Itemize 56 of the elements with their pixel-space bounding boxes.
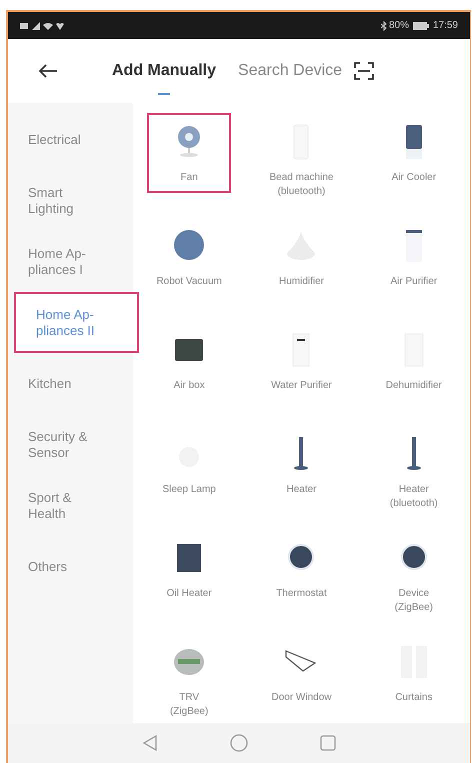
device-tile[interactable]: Sleep Lamp	[154, 425, 224, 505]
device-label: Dehumidifier	[386, 379, 442, 393]
device-label: TRV (ZigBee)	[170, 691, 208, 719]
device-tile[interactable]: Air Purifier	[382, 217, 446, 297]
device-tile[interactable]: Thermostat	[268, 529, 335, 609]
device-label: Door Window	[271, 691, 332, 705]
device-tile[interactable]: Door Window	[263, 633, 340, 713]
device-label: Heater	[286, 483, 316, 497]
home-nav-icon[interactable]	[230, 734, 248, 752]
device-label: Humidifier	[278, 275, 324, 289]
category-item[interactable]: Home Ap- pliances II	[14, 292, 139, 353]
device-label: Bead machine (bluetooth)	[270, 171, 334, 199]
status-icons	[20, 20, 64, 30]
device-tile[interactable]: Device (ZigBee)	[386, 529, 442, 623]
scan-icon[interactable]	[354, 62, 374, 80]
device-label: Thermostat	[276, 587, 327, 601]
device-tile[interactable]: Bead machine (bluetooth)	[262, 113, 342, 207]
device-tile[interactable]: Fan	[147, 113, 232, 193]
device-tile[interactable]: Robot Vacuum	[148, 217, 230, 297]
category-item[interactable]: Security & Sensor	[8, 414, 133, 475]
category-item[interactable]: Sport & Health	[8, 475, 133, 536]
device-label: Robot Vacuum	[156, 275, 222, 289]
category-item[interactable]: Smart Lighting	[8, 170, 133, 231]
back-icon[interactable]	[38, 64, 58, 78]
device-tile[interactable]: Dehumidifier	[378, 321, 450, 401]
device-tile[interactable]: Heater (bluetooth)	[382, 425, 446, 519]
device-tile[interactable]: Oil Heater	[158, 529, 220, 609]
bluetooth-icon	[380, 20, 387, 30]
recents-nav-icon[interactable]	[320, 735, 336, 751]
device-tile[interactable]: Humidifier	[270, 217, 332, 297]
battery-icon	[412, 22, 429, 30]
category-item[interactable]: Electrical	[8, 109, 133, 170]
device-label: Curtains	[395, 691, 432, 705]
back-nav-icon[interactable]	[142, 735, 158, 751]
device-label: Sleep Lamp	[162, 483, 216, 497]
device-label: Fan	[180, 171, 198, 185]
device-label: Air Purifier	[390, 275, 438, 289]
device-tile[interactable]: Air box	[161, 321, 218, 401]
device-tile[interactable]: Water Purifier	[263, 321, 340, 401]
device-label: Oil Heater	[166, 587, 212, 601]
device-label: Air box	[174, 379, 205, 393]
tab[interactable]: Add Manually	[112, 47, 216, 95]
device-tile[interactable]: Air Cooler	[384, 113, 444, 193]
device-label: Device (ZigBee)	[394, 587, 433, 615]
device-label: Heater (bluetooth)	[390, 483, 438, 511]
category-item[interactable]: Others	[8, 536, 133, 597]
device-label: Water Purifier	[271, 379, 332, 393]
device-label: Air Cooler	[392, 171, 436, 185]
category-item[interactable]: Home Ap- pliances I	[8, 231, 133, 292]
device-tile[interactable]: TRV (ZigBee)	[161, 633, 218, 727]
device-tile[interactable]: Curtains	[386, 633, 442, 713]
device-tile[interactable]: Heater	[273, 425, 330, 505]
battery-percent: 80%	[388, 19, 409, 33]
category-item[interactable]: Kitchen	[8, 353, 133, 414]
clock: 17:59	[432, 19, 458, 33]
tab[interactable]: Search Device	[238, 47, 342, 95]
